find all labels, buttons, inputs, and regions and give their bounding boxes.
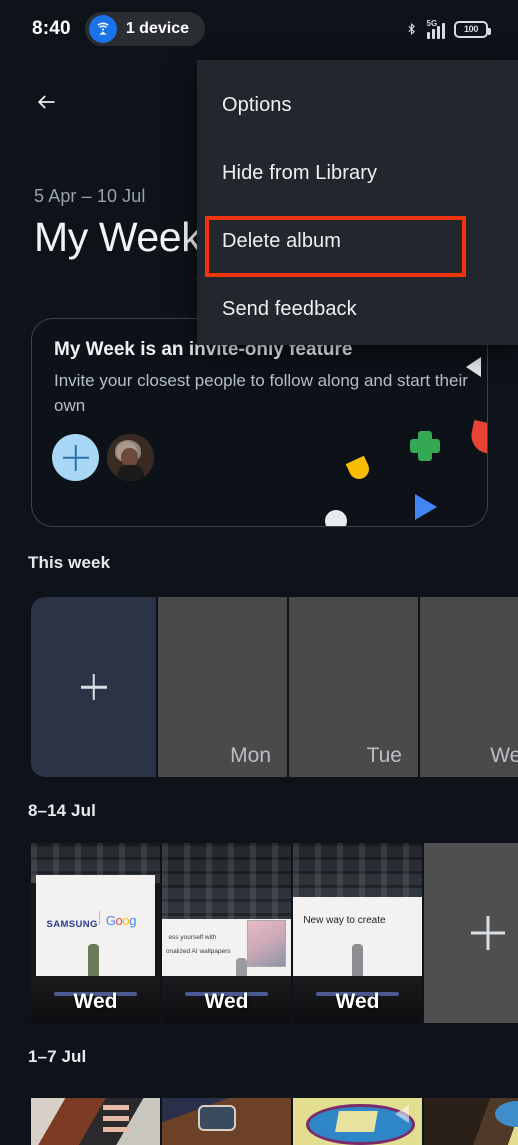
this-week-row[interactable]: Mon Tue Wed	[31, 597, 518, 777]
white-circle-shape	[325, 510, 347, 526]
date-range-label: 5 Apr – 10 Jul	[34, 186, 146, 206]
day-tile-mon[interactable]: Mon	[158, 597, 287, 777]
blue-triangle-shape	[415, 494, 437, 520]
slide-caption-line1: ess yourself with	[168, 934, 217, 941]
photo-tile-1[interactable]: SAMSUNG Goog Wed	[31, 843, 160, 1023]
yellow-semicircle-shape	[345, 455, 373, 483]
plus-icon	[471, 916, 505, 950]
battery-icon: 100	[454, 20, 491, 38]
highlight-box	[205, 216, 466, 277]
tile-day-label: Wed	[490, 744, 518, 767]
phone-screen: 8:40 1 device 5G 100 5 Apr – 10 Jul My W…	[0, 0, 518, 1145]
signal-bars-icon: 5G	[426, 18, 445, 39]
add-photo-tile[interactable]	[31, 597, 156, 777]
photo-tile-3[interactable]: New way to create Wed	[293, 843, 422, 1023]
section-label-8-14-jul: 8–14 Jul	[28, 801, 96, 820]
menu-item-send-feedback[interactable]: Send feedback	[222, 298, 357, 321]
photo-tile-5[interactable]	[162, 1098, 291, 1145]
section-label-1-7-jul: 1–7 Jul	[28, 1047, 87, 1066]
invite-avatars	[52, 434, 154, 481]
hotspot-label: 1 device	[125, 20, 189, 37]
add-photo-tile[interactable]	[424, 843, 518, 1023]
google-logo-text: Goog	[105, 913, 137, 929]
page-header: 5 Apr – 10 Jul My Week	[34, 186, 202, 260]
section-label-this-week: This week	[28, 553, 111, 572]
invite-card-subtitle: Invite your closest people to follow alo…	[54, 371, 468, 415]
status-bar-icons: 5G 100	[405, 19, 503, 39]
play-triangle-icon	[395, 1104, 410, 1123]
tile-day-label: Wed	[73, 990, 118, 1013]
slide-caption-line2: onalized AI wallpapers	[165, 948, 231, 956]
add-person-button[interactable]	[52, 434, 99, 481]
network-type-label: 5G	[426, 18, 438, 28]
avatar[interactable]	[107, 434, 154, 481]
battery-level-label: 100	[463, 24, 479, 34]
menu-item-options[interactable]: Options	[222, 94, 292, 117]
plus-icon	[63, 445, 89, 471]
tile-day-label: Wed	[204, 990, 249, 1013]
status-bar: 8:40 1 device 5G 100	[0, 0, 518, 58]
red-shape	[468, 420, 487, 454]
invite-card[interactable]: My Week is an invite-only feature Invite…	[31, 318, 488, 527]
week-1-7-jul-row[interactable]	[31, 1098, 518, 1145]
white-triangle-shape	[466, 357, 481, 377]
menu-item-hide-from-library[interactable]: Hide from Library	[222, 162, 377, 185]
day-tile-wed[interactable]: Wed	[420, 597, 518, 777]
hotspot-icon	[88, 15, 117, 43]
samsung-logo-text: SAMSUNG	[46, 918, 98, 930]
green-cross-shape	[408, 429, 442, 463]
week-8-14-jul-row[interactable]: SAMSUNG Goog Wed ess yourself with onali…	[31, 843, 518, 1023]
overflow-menu[interactable]: Options Hide from Library Delete album S…	[197, 60, 518, 345]
bluetooth-icon	[405, 19, 418, 39]
photo-tile-6[interactable]	[293, 1098, 422, 1145]
day-tile-tue[interactable]: Tue	[289, 597, 418, 777]
tile-day-label: Tue	[366, 744, 402, 767]
photo-tile-4[interactable]	[31, 1098, 160, 1145]
tile-day-label: Wed	[335, 990, 380, 1013]
plus-icon	[81, 674, 107, 700]
page-title: My Week	[34, 214, 202, 260]
photo-tile-7[interactable]	[424, 1098, 518, 1145]
back-arrow-icon[interactable]	[26, 82, 66, 122]
status-bar-time: 8:40	[32, 18, 71, 39]
photo-tile-2[interactable]: ess yourself with onalized AI wallpapers…	[162, 843, 291, 1023]
hotspot-chip[interactable]: 1 device	[84, 12, 205, 46]
slide-caption: New way to create	[303, 915, 386, 926]
tile-day-label: Mon	[230, 744, 271, 767]
